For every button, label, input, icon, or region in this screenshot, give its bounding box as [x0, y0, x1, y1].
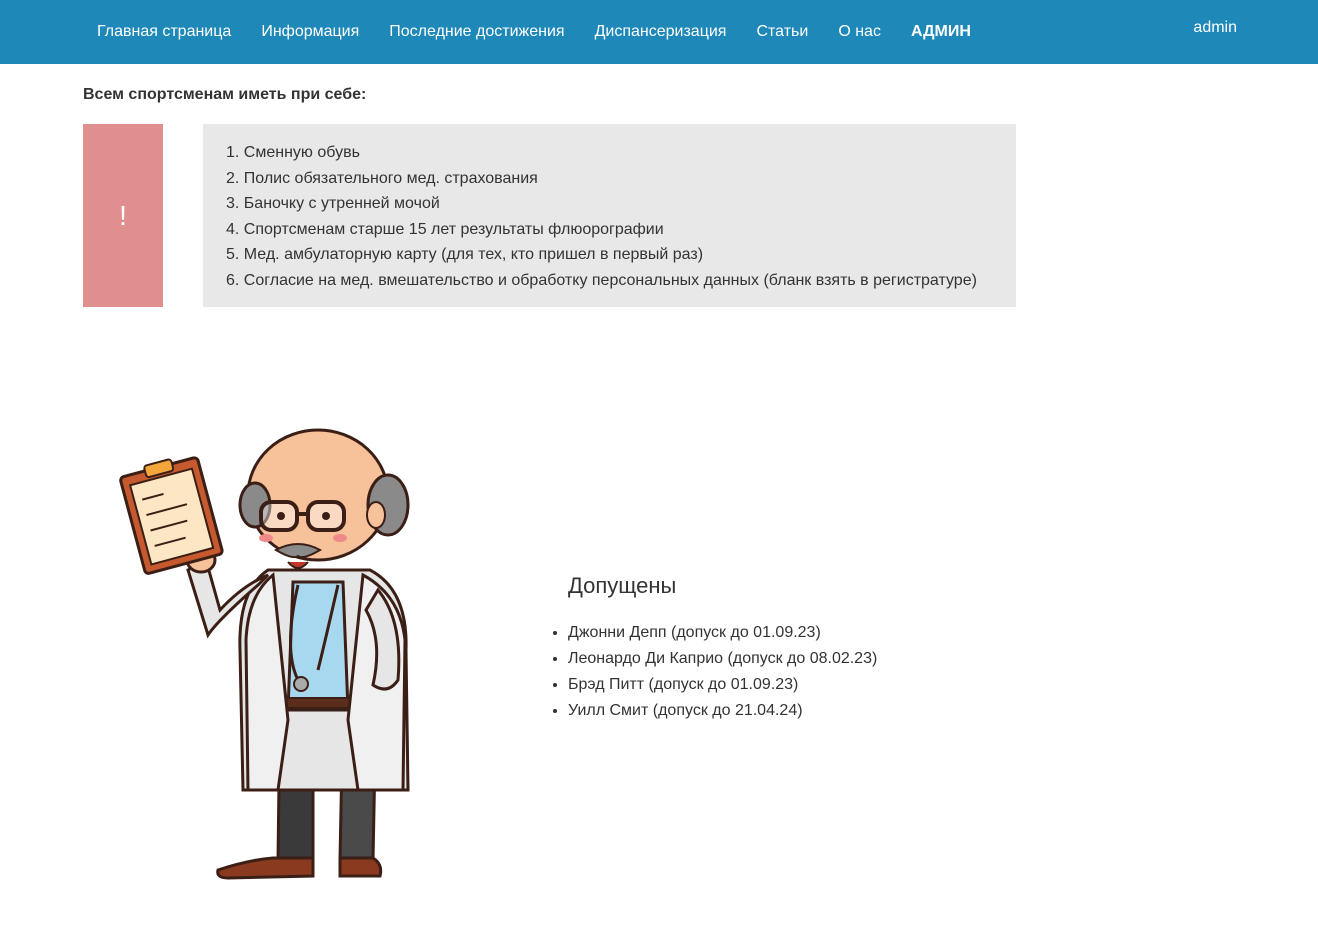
nav-item-admin[interactable]: АДМИН [896, 0, 986, 64]
requirement-item: 2. Полис обязательного мед. страхования [226, 169, 538, 187]
requirements-box: 1. Сменную обувь 2. Полис обязательного … [203, 124, 1016, 307]
requirement-item: 4. Спортсменам старше 15 лет результаты … [226, 220, 664, 238]
top-navbar: Главная страница Информация Последние до… [0, 0, 1318, 64]
doctor-illustration [108, 420, 420, 885]
nav-menu: Главная страница Информация Последние до… [82, 0, 986, 64]
nav-item-medical-exam[interactable]: Диспансеризация [580, 0, 742, 64]
nav-item-info[interactable]: Информация [246, 0, 374, 64]
requirements-list: 1. Сменную обувь 2. Полис обязательного … [226, 140, 1016, 293]
requirement-item: 6. Согласие на мед. вмешательство и обра… [226, 271, 977, 289]
notice-heading: Всем спортсменам иметь при себе: [83, 86, 367, 103]
nav-user-link[interactable]: admin [1193, 0, 1237, 56]
nav-item-about[interactable]: О нас [823, 0, 896, 64]
nav-item-home[interactable]: Главная страница [82, 0, 246, 64]
allowed-item: Джонни Депп (допуск до 01.09.23) [568, 620, 877, 646]
requirement-item: 3. Баночку с утренней мочой [226, 195, 440, 212]
requirement-item: 1. Сменную обувь [226, 144, 360, 161]
requirement-item: 5. Мед. амбулаторную карту (для тех, кто… [226, 246, 704, 263]
allowed-item: Леонардо Ди Каприо (допуск до 08.02.23) [568, 646, 877, 672]
doctor-icon [119, 428, 410, 880]
allowed-title: Допущены [568, 573, 677, 598]
allowed-list: Джонни Депп (допуск до 01.09.23) Леонард… [551, 620, 877, 724]
nav-item-articles[interactable]: Статьи [741, 0, 823, 64]
alert-mark-glyph: ! [119, 199, 127, 231]
allowed-item: Брэд Питт (допуск до 01.09.23) [568, 672, 877, 698]
alert-mark-icon: ! [83, 124, 163, 307]
nav-item-achievements[interactable]: Последние достижения [374, 0, 579, 64]
allowed-item: Уилл Смит (допуск до 21.04.24) [568, 698, 877, 724]
